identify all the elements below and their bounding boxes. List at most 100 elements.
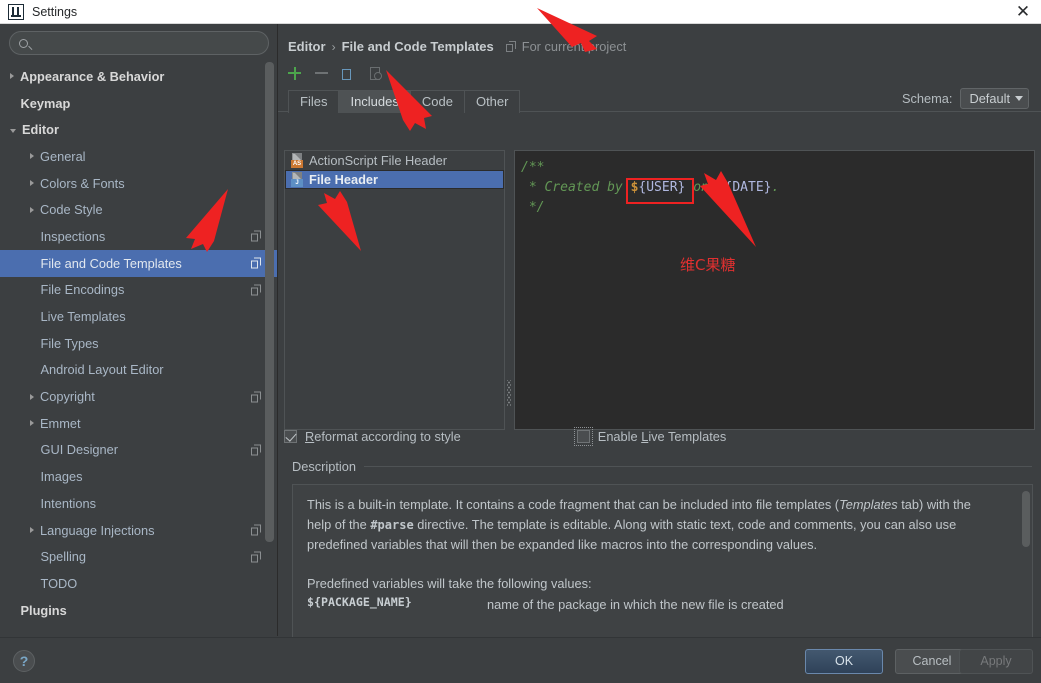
close-icon[interactable]: ✕	[1015, 4, 1031, 21]
live-templates-checkbox[interactable]	[573, 426, 593, 446]
chevron-right-icon[interactable]	[30, 206, 34, 213]
sidebar-item-images[interactable]: Images	[0, 463, 278, 490]
template-file-icon: J	[291, 172, 304, 187]
search-field[interactable]	[9, 31, 269, 55]
sidebar-item-label: TODO	[40, 575, 78, 591]
sidebar-item-label: File and Code Templates	[40, 255, 182, 271]
code-token: * Created by	[521, 180, 631, 195]
sidebar-item-language-injections[interactable]: Language Injections	[0, 517, 278, 544]
template-list[interactable]: AS ActionScript File Header J File Header	[284, 150, 505, 430]
sidebar-item-label: Live Templates	[40, 309, 126, 325]
chevron-right-icon[interactable]	[30, 420, 34, 427]
help-button[interactable]: ?	[13, 650, 35, 672]
tab-files[interactable]: Files	[288, 90, 340, 113]
sidebar-item-label: GUI Designer	[40, 442, 119, 458]
description-scrollbar-thumb[interactable]	[1022, 491, 1030, 547]
sidebar-item-intentions[interactable]: Intentions	[0, 490, 278, 517]
sidebar-item-appearance-behavior[interactable]: Appearance & Behavior	[0, 63, 278, 90]
sidebar-item-label: Plugins	[20, 602, 67, 618]
add-icon[interactable]	[288, 66, 301, 80]
sidebar-item-code-style[interactable]: Code Style	[0, 196, 278, 223]
templates-toolbar	[278, 56, 1041, 82]
sidebar-item-label: Android Layout Editor	[40, 362, 164, 378]
cancel-button[interactable]: Cancel	[895, 649, 969, 674]
apply-button: Apply	[959, 649, 1033, 674]
sidebar-item-file-and-code-templates[interactable]: File and Code Templates	[0, 249, 278, 277]
sidebar-item-label: Keymap	[20, 95, 71, 111]
copy-scope-icon	[251, 524, 262, 536]
template-tabs: Files Includes Code Other	[278, 88, 1041, 113]
reset-icon	[370, 66, 383, 81]
splitter-handle-icon[interactable]	[507, 380, 511, 406]
sidebar-item-label: Colors & Fonts	[40, 175, 125, 191]
template-code-editor[interactable]: /** * Created by ${USER} on ${DATE}. */	[514, 150, 1035, 430]
ok-button[interactable]: OK	[805, 649, 883, 674]
reformat-checkbox[interactable]	[284, 429, 297, 443]
code-token: {USER}	[638, 180, 686, 195]
chevron-right-icon[interactable]	[10, 73, 14, 80]
variable-meaning: name of the package in which the new fil…	[487, 597, 784, 612]
sidebar-item-label: Copyright	[40, 389, 95, 405]
code-token: */	[521, 200, 545, 215]
sidebar-item-android-layout-editor[interactable]: Android Layout Editor	[0, 357, 278, 384]
variable-name: ${PACKAGE_NAME}	[307, 595, 412, 609]
description-variables: ${PACKAGE_NAME} name of the package in wh…	[307, 595, 1018, 615]
sidebar-item-general[interactable]: General	[0, 143, 278, 170]
sidebar-item-label: General	[40, 148, 86, 164]
template-file-icon: AS	[291, 153, 304, 168]
sidebar-item-plugins[interactable]: Plugins	[0, 597, 278, 624]
copy-scope-icon	[251, 551, 262, 563]
splitter[interactable]	[505, 150, 514, 430]
list-item[interactable]: AS ActionScript File Header	[285, 151, 504, 170]
settings-tree: Appearance & Behavior Keymap Editor General…	[0, 63, 278, 623]
copy-scope-icon	[251, 257, 262, 269]
breadcrumb: Editor › File and Code Templates For cur…	[278, 24, 1041, 56]
chevron-right-icon[interactable]	[30, 180, 34, 187]
sidebar-item-colors-fonts[interactable]: Colors & Fonts	[0, 170, 278, 197]
chevron-right-icon[interactable]	[30, 153, 34, 160]
list-item[interactable]: J File Header	[285, 170, 504, 189]
sidebar-item-copyright[interactable]: Copyright	[0, 383, 278, 410]
intellij-idea-icon	[8, 3, 24, 20]
copy-icon[interactable]	[342, 65, 357, 81]
search-input[interactable]	[35, 36, 260, 50]
tab-other[interactable]: Other	[464, 90, 521, 113]
copy-scope-icon	[251, 391, 262, 403]
tab-code[interactable]: Code	[410, 90, 465, 113]
sidebar-item-spelling[interactable]: Spelling	[0, 543, 278, 570]
live-templates-label: Enable Live Templates	[597, 428, 727, 444]
sidebar-item-label: Language Injections	[40, 522, 155, 538]
sidebar-item-keymap[interactable]: Keymap	[0, 90, 278, 117]
sidebar-item-live-templates[interactable]: Live Templates	[0, 303, 278, 330]
code-line: /**	[521, 158, 1034, 178]
copy-scope-icon	[251, 444, 262, 456]
sidebar-item-file-encodings[interactable]: File Encodings	[0, 277, 278, 304]
breadcrumb-separator: ›	[331, 39, 336, 54]
project-scope-label: For current project	[521, 39, 627, 54]
sidebar-scrollbar-thumb[interactable]	[265, 62, 274, 542]
templates-content: AS ActionScript File Header J File Header /…	[284, 150, 1035, 430]
chevron-right-icon[interactable]	[30, 393, 34, 400]
sidebar-item-gui-designer[interactable]: GUI Designer	[0, 437, 278, 464]
sidebar-item-emmet[interactable]: Emmet	[0, 410, 278, 437]
reformat-label: Reformat according to style	[305, 428, 461, 444]
list-item-label: File Header	[309, 172, 378, 187]
sidebar-item-label: File Encodings	[40, 282, 125, 298]
list-item-label: ActionScript File Header	[309, 153, 447, 168]
chevron-down-icon[interactable]	[10, 128, 16, 133]
sidebar-item-label: Code Style	[40, 202, 103, 218]
window-title: Settings	[32, 4, 78, 19]
code-token: on	[685, 180, 717, 195]
description-box[interactable]: This is a built-in template. It contains…	[292, 484, 1033, 640]
sidebar-item-todo[interactable]: TODO	[0, 570, 278, 597]
search-icon	[19, 38, 28, 48]
dialog-footer: ? OK Cancel Apply	[0, 637, 1041, 683]
sidebar-item-label: Intentions	[40, 495, 97, 511]
variable-row: ${PACKAGE_NAME} name of the package in wh…	[307, 595, 1018, 615]
sidebar-item-file-types[interactable]: File Types	[0, 330, 278, 357]
tab-includes[interactable]: Includes	[339, 90, 411, 113]
chevron-right-icon[interactable]	[30, 527, 34, 534]
sidebar-item-editor[interactable]: Editor	[0, 116, 278, 143]
breadcrumb-parent[interactable]: Editor	[288, 39, 326, 54]
sidebar-item-inspections[interactable]: Inspections	[0, 223, 278, 250]
